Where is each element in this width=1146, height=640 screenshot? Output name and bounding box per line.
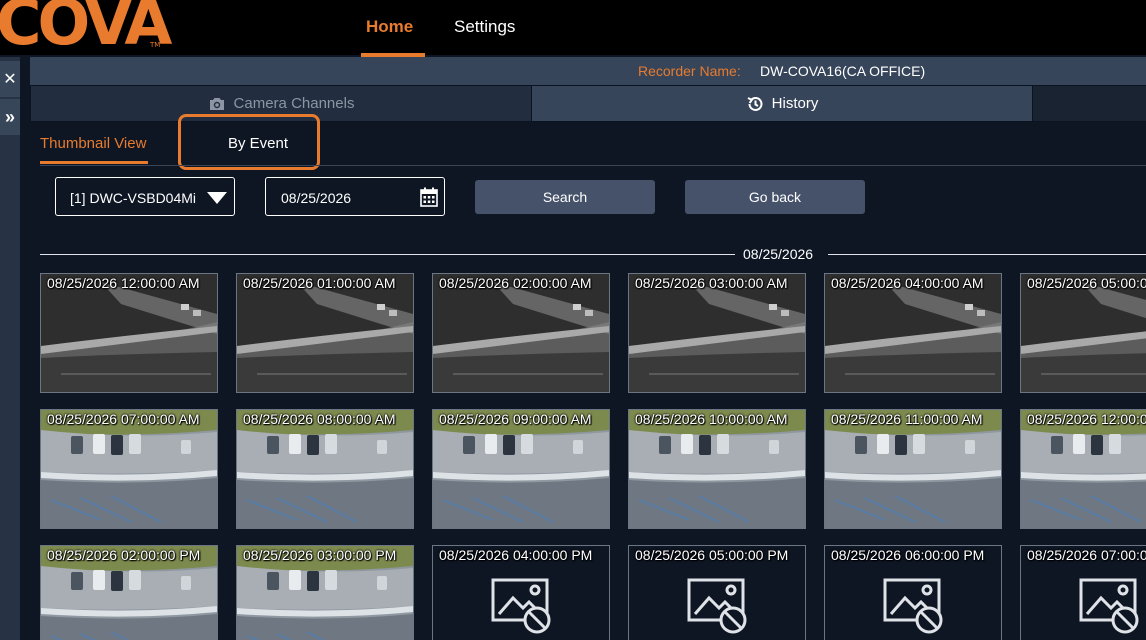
thumbnail-timestamp: 08/25/2026 05:00:00 PM (635, 547, 789, 563)
tab-history[interactable]: History (532, 86, 1032, 121)
thumbnail-timestamp: 08/25/2026 03:00:00 PM (243, 547, 397, 563)
thumbnail-timestamp: 08/25/2026 02:00:00 AM (439, 275, 592, 291)
thumbnail-timestamp: 08/25/2026 12:00:00 PM (1027, 411, 1146, 427)
no-image-icon (687, 578, 747, 634)
no-image-icon (1079, 578, 1139, 634)
thumbnail-image (825, 274, 1001, 392)
thumbnail-card[interactable]: 08/25/2026 05:00:00 PM (628, 545, 806, 640)
nav-home[interactable]: Home (366, 17, 413, 37)
trademark-mark: TM (150, 41, 161, 49)
thumbnail-timestamp: 08/25/2026 10:00:00 AM (635, 411, 788, 427)
thumbnail-timestamp: 08/25/2026 02:00:00 PM (47, 547, 201, 563)
close-icon[interactable]: ✕ (0, 61, 20, 97)
cova-logo: COVA (0, 0, 172, 59)
search-button[interactable]: Search (475, 180, 655, 214)
thumbnail-card[interactable]: 08/25/2026 03:00:00 AM (628, 273, 806, 393)
go-back-button[interactable]: Go back (685, 180, 865, 214)
thumbnail-image (41, 410, 217, 528)
thumbnail-timestamp: 08/25/2026 05:00:00 AM (1027, 275, 1146, 291)
subtab-divider (40, 165, 1146, 166)
thumbnail-card[interactable]: 08/25/2026 07:00:00 PM (1020, 545, 1146, 640)
thumbnail-card[interactable]: 08/25/2026 10:00:00 AM (628, 409, 806, 529)
dropdown-arrow-icon (207, 192, 227, 204)
channel-select[interactable]: [1] DWC-VSBD04Mi (55, 177, 235, 216)
thumbnail-card[interactable]: 08/25/2026 01:00:00 AM (236, 273, 414, 393)
thumbnail-image (1021, 410, 1146, 528)
thumbnail-card[interactable]: 08/25/2026 04:00:00 PM (432, 545, 610, 640)
date-separator-line (40, 254, 735, 255)
history-icon (747, 96, 763, 111)
calendar-icon[interactable] (420, 187, 438, 207)
thumbnail-card[interactable]: 08/25/2026 06:00:00 PM (824, 545, 1002, 640)
thumbnail-timestamp: 08/25/2026 01:00:00 AM (243, 275, 396, 291)
thumbnail-card[interactable]: 08/25/2026 08:00:00 AM (236, 409, 414, 529)
thumbnail-image (41, 274, 217, 392)
thumbnail-image (237, 274, 413, 392)
subtab-active-indicator (40, 161, 148, 164)
thumbnail-card[interactable]: 08/25/2026 02:00:00 AM (432, 273, 610, 393)
tab-camera-channels-label: Camera Channels (233, 95, 355, 112)
thumbnail-timestamp: 08/25/2026 11:00:00 AM (831, 411, 983, 427)
thumbnail-timestamp: 08/25/2026 03:00:00 AM (635, 275, 788, 291)
thumbnail-card[interactable]: 08/25/2026 09:00:00 AM (432, 409, 610, 529)
channel-select-value: [1] DWC-VSBD04Mi (70, 190, 197, 206)
date-header: 08/25/2026 (743, 246, 814, 262)
app-root: COVA TM Home Settings ✕ » Recorder Name:… (0, 0, 1146, 640)
thumbnail-timestamp: 08/25/2026 07:00:00 PM (1027, 547, 1146, 563)
thumbnail-card[interactable]: 08/25/2026 04:00:00 AM (824, 273, 1002, 393)
thumbnail-image (1021, 274, 1146, 392)
recorder-bar: Recorder Name: DW-COVA16(CA OFFICE) (30, 57, 1146, 85)
tab-empty-slot (1033, 86, 1146, 121)
subtab-thumbnail-view[interactable]: Thumbnail View (40, 135, 146, 152)
thumbnail-card[interactable]: 08/25/2026 12:00:00 PM (1020, 409, 1146, 529)
main-panel: Recorder Name: DW-COVA16(CA OFFICE) Came… (30, 57, 1146, 640)
thumbnail-card[interactable]: 08/25/2026 02:00:00 PM (40, 545, 218, 640)
by-event-highlight-box (178, 114, 320, 170)
thumbnail-card[interactable]: 08/25/2026 11:00:00 AM (824, 409, 1002, 529)
thumbnail-timestamp: 08/25/2026 07:00:00 AM (47, 411, 200, 427)
date-separator-line (828, 254, 1146, 255)
thumbnail-image (433, 274, 609, 392)
thumbnail-image (629, 410, 805, 528)
nav-settings[interactable]: Settings (454, 17, 515, 37)
left-rail: ✕ » (0, 57, 20, 640)
thumbnail-image (825, 410, 1001, 528)
recorder-name-label: Recorder Name: (638, 63, 741, 79)
thumbnail-card[interactable]: 08/25/2026 03:00:00 PM (236, 545, 414, 640)
thumbnail-grid: 08/25/2026 12:00:00 AM 08/25/2026 01:00:0… (40, 273, 1146, 640)
thumbnail-image (629, 274, 805, 392)
thumbnail-image (433, 410, 609, 528)
recorder-name-value: DW-COVA16(CA OFFICE) (760, 63, 926, 79)
thumbnail-image (237, 410, 413, 528)
thumbnail-timestamp: 08/25/2026 06:00:00 PM (831, 547, 985, 563)
date-input-value: 08/25/2026 (281, 190, 352, 206)
top-bar: COVA TM Home Settings (0, 0, 1146, 59)
thumbnail-card[interactable]: 08/25/2026 12:00:00 AM (40, 273, 218, 393)
thumbnail-timestamp: 08/25/2026 08:00:00 AM (243, 411, 396, 427)
camera-icon (209, 97, 224, 110)
tab-history-label: History (771, 95, 819, 112)
thumbnail-card[interactable]: 08/25/2026 07:00:00 AM (40, 409, 218, 529)
date-input[interactable]: 08/25/2026 (265, 177, 445, 216)
thumbnail-timestamp: 08/25/2026 04:00:00 AM (831, 275, 984, 291)
no-image-icon (883, 578, 943, 634)
thumbnail-card[interactable]: 08/25/2026 05:00:00 AM (1020, 273, 1146, 393)
thumbnail-timestamp: 08/25/2026 09:00:00 AM (439, 411, 592, 427)
thumbnail-timestamp: 08/25/2026 04:00:00 PM (439, 547, 593, 563)
no-image-icon (491, 578, 551, 634)
double-chevron-right-icon[interactable]: » (0, 99, 20, 135)
thumbnail-timestamp: 08/25/2026 12:00:00 AM (47, 275, 200, 291)
